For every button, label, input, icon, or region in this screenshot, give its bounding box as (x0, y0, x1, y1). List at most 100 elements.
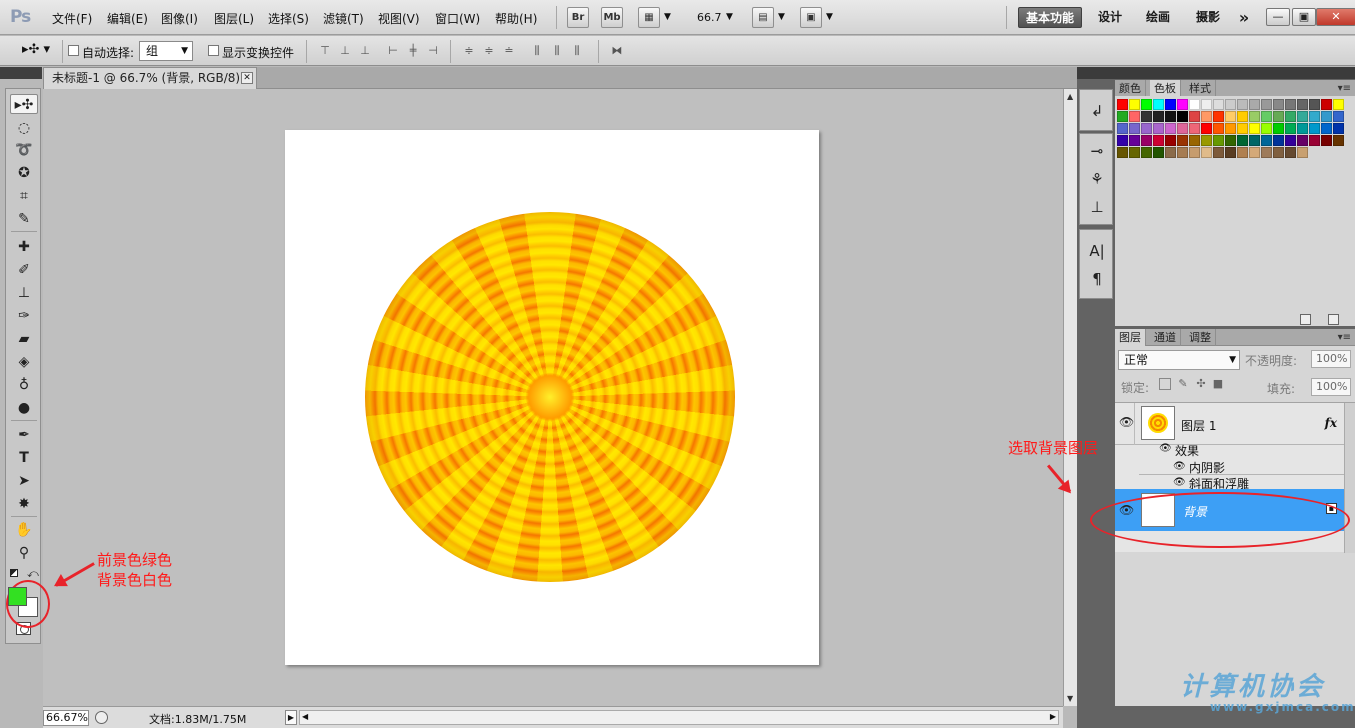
color-swatch[interactable] (1249, 99, 1260, 110)
hand-tool-icon[interactable]: ✋ (10, 520, 38, 540)
color-swatch[interactable] (1189, 111, 1200, 122)
menu-window[interactable]: 窗口(W) (435, 10, 480, 27)
workspace-essentials[interactable]: 基本功能 (1018, 7, 1082, 28)
color-swatch[interactable] (1129, 99, 1140, 110)
distribute-bottom-icon[interactable]: ≐ (502, 45, 516, 57)
color-swatch[interactable] (1237, 135, 1248, 146)
arrange-documents-button[interactable]: ▤ (752, 7, 774, 28)
color-swatch[interactable] (1165, 123, 1176, 134)
extras-button[interactable]: ▦ (638, 7, 660, 28)
color-swatch[interactable] (1285, 111, 1296, 122)
vertical-scrollbar[interactable]: ▲ ▼ (1063, 89, 1077, 706)
effect-row-bevel-emboss[interactable]: 👁 斜面和浮雕 (1139, 475, 1345, 489)
align-vertical-center-icon[interactable]: ⊥ (338, 45, 352, 57)
blur-tool-icon[interactable]: ♁ (10, 375, 38, 395)
eye-icon[interactable]: 👁 (1159, 443, 1172, 454)
tab-color[interactable]: 颜色 (1115, 80, 1146, 97)
color-swatch[interactable] (1249, 111, 1260, 122)
clone-source-panel-icon[interactable]: ⊥ (1085, 196, 1109, 218)
align-top-icon[interactable]: ⊤ (318, 45, 332, 57)
distribute-vertical-center-icon[interactable]: ≑ (482, 45, 496, 57)
color-swatch[interactable] (1153, 111, 1164, 122)
color-swatch[interactable] (1333, 111, 1344, 122)
color-swatch[interactable] (1129, 111, 1140, 122)
align-right-icon[interactable]: ⊣ (426, 45, 440, 57)
history-panel-icon[interactable]: ↲ (1085, 100, 1109, 122)
color-swatch[interactable] (1213, 135, 1224, 146)
color-swatch[interactable] (1237, 147, 1248, 158)
lasso-tool-icon[interactable]: ➰ (10, 140, 38, 160)
color-swatch[interactable] (1141, 111, 1152, 122)
color-swatch[interactable] (1141, 99, 1152, 110)
color-swatch[interactable] (1297, 135, 1308, 146)
color-swatch[interactable] (1333, 99, 1344, 110)
zoom-level[interactable]: 66.7 (697, 11, 722, 24)
panel-menu-icon[interactable]: ▾≡ (1338, 329, 1351, 346)
color-swatch[interactable] (1321, 123, 1332, 134)
scroll-left-icon[interactable]: ◀ (302, 712, 308, 721)
character-panel-icon[interactable]: A| (1085, 240, 1109, 262)
color-swatch[interactable] (1237, 99, 1248, 110)
color-swatch[interactable] (1117, 135, 1128, 146)
color-swatch[interactable] (1153, 147, 1164, 158)
chevron-down-icon[interactable]: ▼ (664, 12, 671, 22)
tab-adjustments[interactable]: 调整 (1185, 329, 1216, 346)
color-swatch[interactable] (1213, 111, 1224, 122)
color-swatch[interactable] (1141, 123, 1152, 134)
close-document-icon[interactable]: ✕ (241, 72, 253, 84)
color-swatch[interactable] (1225, 123, 1236, 134)
workspace-photography[interactable]: 摄影 (1190, 7, 1226, 28)
scroll-up-icon[interactable]: ▲ (1067, 92, 1073, 101)
auto-align-layers-icon[interactable]: ⧓ (610, 45, 624, 57)
move-tool-preset-icon[interactable]: ▸✣ ▾ (22, 42, 50, 57)
color-swatch[interactable] (1165, 99, 1176, 110)
distribute-right-icon[interactable]: ⫼ (570, 45, 584, 57)
scroll-down-icon[interactable]: ▼ (1067, 694, 1073, 703)
fill-field[interactable]: 100% (1311, 378, 1351, 396)
opacity-field[interactable]: 100% (1311, 350, 1351, 368)
color-swatch[interactable] (1129, 135, 1140, 146)
color-swatch[interactable] (1201, 135, 1212, 146)
color-swatch[interactable] (1165, 111, 1176, 122)
color-swatch[interactable] (1321, 111, 1332, 122)
quick-selection-tool-icon[interactable]: ✪ (10, 163, 38, 183)
color-swatch[interactable] (1225, 147, 1236, 158)
brush-panel-icon[interactable]: ⚘ (1085, 168, 1109, 190)
zoom-field[interactable]: 66.67% (43, 710, 89, 726)
color-swatch[interactable] (1213, 147, 1224, 158)
color-swatch[interactable] (1153, 123, 1164, 134)
lock-transparency-icon[interactable] (1159, 378, 1171, 390)
color-swatch[interactable] (1309, 99, 1320, 110)
lock-pixels-icon[interactable]: ✎ (1177, 378, 1189, 390)
effects-row[interactable]: 👁 效果 (1135, 439, 1341, 458)
color-swatch[interactable] (1273, 123, 1284, 134)
color-swatch[interactable] (1165, 147, 1176, 158)
color-swatch[interactable] (1189, 99, 1200, 110)
delete-swatch-icon[interactable] (1328, 314, 1339, 325)
screen-mode-button[interactable]: ▣ (800, 7, 822, 28)
paragraph-panel-icon[interactable]: ¶ (1085, 268, 1109, 290)
menu-filter[interactable]: 滤镜(T) (323, 10, 364, 27)
color-swatch[interactable] (1309, 111, 1320, 122)
dock-collapse-header[interactable] (1077, 67, 1115, 79)
color-swatch[interactable] (1213, 123, 1224, 134)
dodge-tool-icon[interactable]: ● (10, 398, 38, 418)
lock-position-icon[interactable]: ✣ (1195, 378, 1207, 390)
color-swatch[interactable] (1261, 123, 1272, 134)
foreground-color-swatch[interactable] (8, 587, 27, 606)
menu-layer[interactable]: 图层(L) (214, 10, 254, 27)
color-swatch[interactable] (1309, 135, 1320, 146)
default-colors-icon[interactable] (10, 569, 18, 577)
document-tab[interactable]: 未标题-1 @ 66.7% (背景, RGB/8) * ✕ (43, 67, 257, 89)
color-swatch[interactable] (1297, 147, 1308, 158)
color-swatch[interactable] (1129, 147, 1140, 158)
minimize-button[interactable]: — (1266, 8, 1290, 26)
color-swatch[interactable] (1141, 135, 1152, 146)
color-swatch[interactable] (1285, 147, 1296, 158)
color-swatch[interactable] (1225, 99, 1236, 110)
color-swatch[interactable] (1117, 147, 1128, 158)
color-swatch[interactable] (1249, 123, 1260, 134)
auto-select-checkbox[interactable] (68, 45, 79, 56)
auto-select-target-dropdown[interactable]: 组 ▼ (139, 41, 193, 61)
color-swatch[interactable] (1117, 123, 1128, 134)
